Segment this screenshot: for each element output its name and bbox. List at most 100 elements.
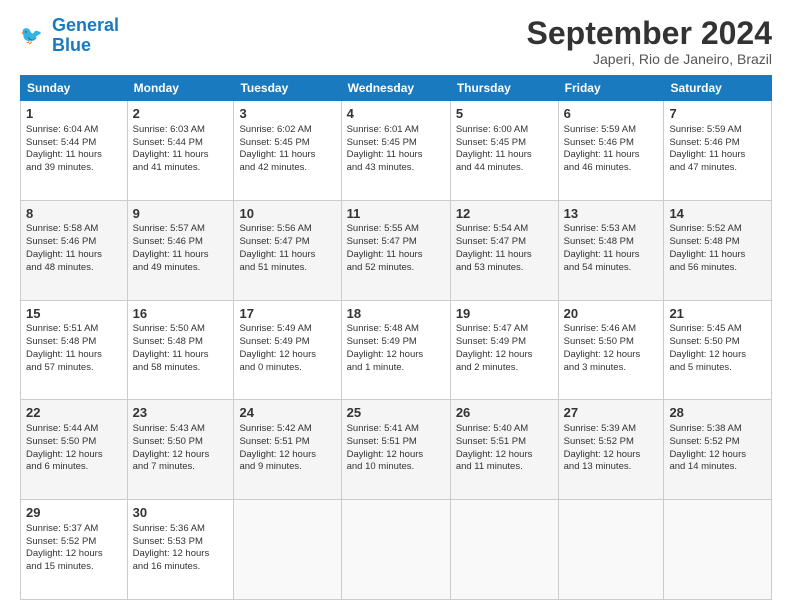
day-info: Sunrise: 5:39 AMSunset: 5:52 PMDaylight:…: [564, 423, 659, 474]
day-info: Sunrise: 5:48 AMSunset: 5:49 PMDaylight:…: [347, 323, 445, 374]
day-number: 9: [133, 205, 229, 223]
day-number: 30: [133, 504, 229, 522]
day-info: Sunrise: 5:51 AMSunset: 5:48 PMDaylight:…: [26, 323, 122, 374]
day-info: Sunrise: 5:37 AMSunset: 5:52 PMDaylight:…: [26, 523, 122, 574]
day-number: 21: [669, 305, 766, 323]
day-info: Sunrise: 5:44 AMSunset: 5:50 PMDaylight:…: [26, 423, 122, 474]
day-number: 18: [347, 305, 445, 323]
col-tuesday: Tuesday: [234, 76, 341, 101]
day-number: 23: [133, 404, 229, 422]
table-row: 30Sunrise: 5:36 AMSunset: 5:53 PMDayligh…: [127, 500, 234, 600]
day-number: 1: [26, 105, 122, 123]
day-number: 17: [239, 305, 335, 323]
table-row: 18Sunrise: 5:48 AMSunset: 5:49 PMDayligh…: [341, 300, 450, 400]
table-row: [341, 500, 450, 600]
day-info: Sunrise: 5:36 AMSunset: 5:53 PMDaylight:…: [133, 523, 229, 574]
day-number: 11: [347, 205, 445, 223]
table-row: 1Sunrise: 6:04 AMSunset: 5:44 PMDaylight…: [21, 101, 128, 201]
table-row: 9Sunrise: 5:57 AMSunset: 5:46 PMDaylight…: [127, 200, 234, 300]
day-number: 26: [456, 404, 553, 422]
calendar-header-row: Sunday Monday Tuesday Wednesday Thursday…: [21, 76, 772, 101]
day-number: 12: [456, 205, 553, 223]
table-row: 17Sunrise: 5:49 AMSunset: 5:49 PMDayligh…: [234, 300, 341, 400]
table-row: 25Sunrise: 5:41 AMSunset: 5:51 PMDayligh…: [341, 400, 450, 500]
day-number: 29: [26, 504, 122, 522]
svg-text:🐦: 🐦: [20, 25, 43, 45]
day-number: 15: [26, 305, 122, 323]
calendar-table: Sunday Monday Tuesday Wednesday Thursday…: [20, 75, 772, 600]
day-info: Sunrise: 5:45 AMSunset: 5:50 PMDaylight:…: [669, 323, 766, 374]
table-row: 28Sunrise: 5:38 AMSunset: 5:52 PMDayligh…: [664, 400, 772, 500]
day-number: 27: [564, 404, 659, 422]
day-info: Sunrise: 5:53 AMSunset: 5:48 PMDaylight:…: [564, 223, 659, 274]
table-row: 4Sunrise: 6:01 AMSunset: 5:45 PMDaylight…: [341, 101, 450, 201]
day-number: 19: [456, 305, 553, 323]
day-info: Sunrise: 5:43 AMSunset: 5:50 PMDaylight:…: [133, 423, 229, 474]
table-row: 22Sunrise: 5:44 AMSunset: 5:50 PMDayligh…: [21, 400, 128, 500]
header: 🐦 General Blue September 2024 Japeri, Ri…: [20, 16, 772, 67]
table-row: 26Sunrise: 5:40 AMSunset: 5:51 PMDayligh…: [450, 400, 558, 500]
day-number: 10: [239, 205, 335, 223]
title-block: September 2024 Japeri, Rio de Janeiro, B…: [527, 16, 772, 67]
day-info: Sunrise: 5:57 AMSunset: 5:46 PMDaylight:…: [133, 223, 229, 274]
day-info: Sunrise: 5:54 AMSunset: 5:47 PMDaylight:…: [456, 223, 553, 274]
table-row: 24Sunrise: 5:42 AMSunset: 5:51 PMDayligh…: [234, 400, 341, 500]
logo-icon: 🐦: [20, 22, 48, 50]
day-number: 4: [347, 105, 445, 123]
day-number: 7: [669, 105, 766, 123]
day-info: Sunrise: 5:59 AMSunset: 5:46 PMDaylight:…: [564, 124, 659, 175]
col-monday: Monday: [127, 76, 234, 101]
day-info: Sunrise: 5:41 AMSunset: 5:51 PMDaylight:…: [347, 423, 445, 474]
table-row: 29Sunrise: 5:37 AMSunset: 5:52 PMDayligh…: [21, 500, 128, 600]
logo: 🐦 General Blue: [20, 16, 119, 56]
day-number: 6: [564, 105, 659, 123]
table-row: [664, 500, 772, 600]
table-row: [450, 500, 558, 600]
day-info: Sunrise: 6:04 AMSunset: 5:44 PMDaylight:…: [26, 124, 122, 175]
day-number: 22: [26, 404, 122, 422]
day-number: 20: [564, 305, 659, 323]
day-info: Sunrise: 5:50 AMSunset: 5:48 PMDaylight:…: [133, 323, 229, 374]
day-info: Sunrise: 5:38 AMSunset: 5:52 PMDaylight:…: [669, 423, 766, 474]
day-info: Sunrise: 6:00 AMSunset: 5:45 PMDaylight:…: [456, 124, 553, 175]
day-number: 16: [133, 305, 229, 323]
day-info: Sunrise: 5:59 AMSunset: 5:46 PMDaylight:…: [669, 124, 766, 175]
table-row: 2Sunrise: 6:03 AMSunset: 5:44 PMDaylight…: [127, 101, 234, 201]
logo-blue: Blue: [52, 35, 91, 55]
month-title: September 2024: [527, 16, 772, 51]
table-row: 20Sunrise: 5:46 AMSunset: 5:50 PMDayligh…: [558, 300, 664, 400]
col-saturday: Saturday: [664, 76, 772, 101]
table-row: 11Sunrise: 5:55 AMSunset: 5:47 PMDayligh…: [341, 200, 450, 300]
day-number: 5: [456, 105, 553, 123]
day-number: 13: [564, 205, 659, 223]
table-row: 8Sunrise: 5:58 AMSunset: 5:46 PMDaylight…: [21, 200, 128, 300]
day-info: Sunrise: 6:03 AMSunset: 5:44 PMDaylight:…: [133, 124, 229, 175]
table-row: 10Sunrise: 5:56 AMSunset: 5:47 PMDayligh…: [234, 200, 341, 300]
table-row: [234, 500, 341, 600]
day-number: 3: [239, 105, 335, 123]
table-row: 19Sunrise: 5:47 AMSunset: 5:49 PMDayligh…: [450, 300, 558, 400]
day-info: Sunrise: 5:56 AMSunset: 5:47 PMDaylight:…: [239, 223, 335, 274]
logo-text: General Blue: [52, 16, 119, 56]
day-info: Sunrise: 5:58 AMSunset: 5:46 PMDaylight:…: [26, 223, 122, 274]
table-row: 27Sunrise: 5:39 AMSunset: 5:52 PMDayligh…: [558, 400, 664, 500]
table-row: 21Sunrise: 5:45 AMSunset: 5:50 PMDayligh…: [664, 300, 772, 400]
col-wednesday: Wednesday: [341, 76, 450, 101]
table-row: 15Sunrise: 5:51 AMSunset: 5:48 PMDayligh…: [21, 300, 128, 400]
day-info: Sunrise: 5:46 AMSunset: 5:50 PMDaylight:…: [564, 323, 659, 374]
table-row: [558, 500, 664, 600]
day-info: Sunrise: 5:52 AMSunset: 5:48 PMDaylight:…: [669, 223, 766, 274]
table-row: 5Sunrise: 6:00 AMSunset: 5:45 PMDaylight…: [450, 101, 558, 201]
table-row: 12Sunrise: 5:54 AMSunset: 5:47 PMDayligh…: [450, 200, 558, 300]
table-row: 23Sunrise: 5:43 AMSunset: 5:50 PMDayligh…: [127, 400, 234, 500]
day-number: 25: [347, 404, 445, 422]
col-thursday: Thursday: [450, 76, 558, 101]
logo-general: General: [52, 15, 119, 35]
table-row: 13Sunrise: 5:53 AMSunset: 5:48 PMDayligh…: [558, 200, 664, 300]
day-info: Sunrise: 5:42 AMSunset: 5:51 PMDaylight:…: [239, 423, 335, 474]
day-number: 14: [669, 205, 766, 223]
col-sunday: Sunday: [21, 76, 128, 101]
location: Japeri, Rio de Janeiro, Brazil: [527, 51, 772, 67]
day-info: Sunrise: 6:01 AMSunset: 5:45 PMDaylight:…: [347, 124, 445, 175]
day-number: 28: [669, 404, 766, 422]
